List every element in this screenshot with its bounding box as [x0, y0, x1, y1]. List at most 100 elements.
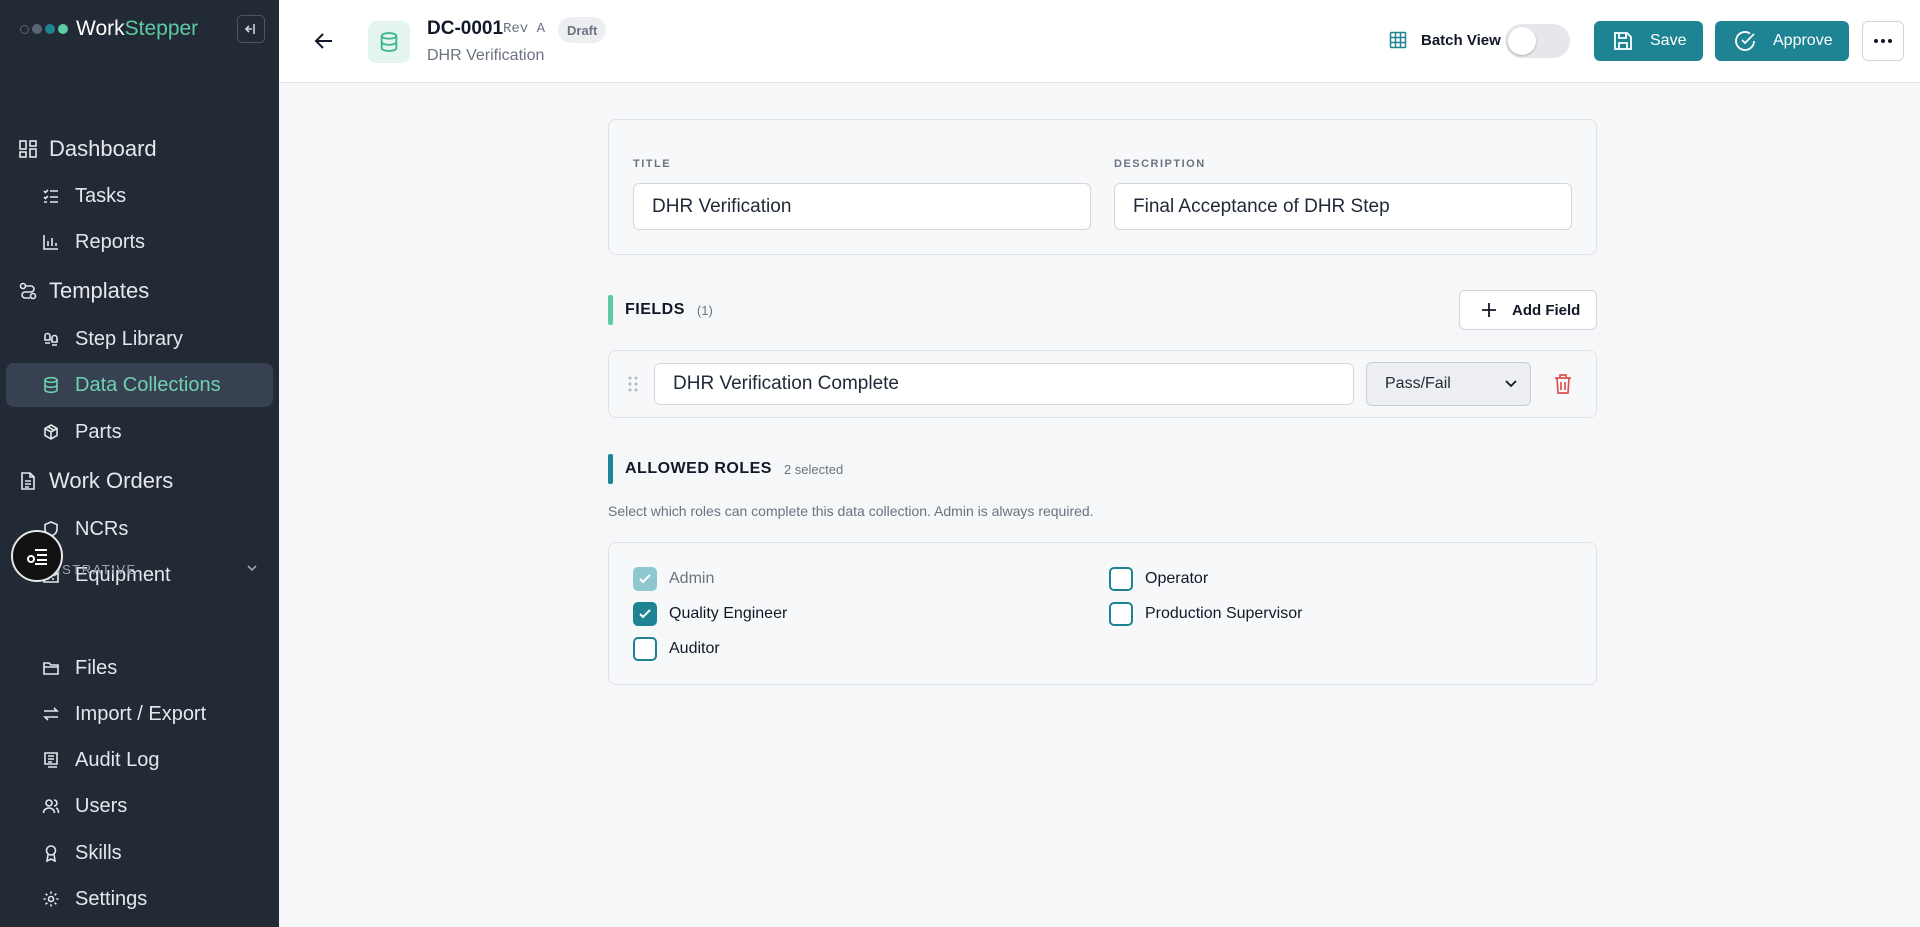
back-arrow-icon[interactable]: [313, 30, 335, 52]
role-production-supervisor[interactable]: Production Supervisor: [1109, 602, 1302, 626]
sidebar-item-label: Templates: [49, 278, 150, 303]
section-accent-bar: [608, 454, 613, 484]
role-quality-engineer[interactable]: Quality Engineer: [633, 602, 787, 626]
collapse-icon: [244, 24, 255, 34]
templates-icon: [18, 281, 38, 301]
save-icon: [1614, 32, 1632, 50]
sidebar-item-label: NCRs: [75, 517, 129, 540]
section-label: ISTRATIVE: [57, 561, 137, 577]
checkbox-checked-icon: [633, 567, 657, 591]
sidebar-item-reports[interactable]: Reports: [6, 220, 273, 264]
folder-icon: [41, 658, 61, 678]
trash-icon[interactable]: [1553, 373, 1573, 395]
brand-logo[interactable]: WorkStepper: [0, 0, 279, 58]
log-icon: [41, 750, 61, 770]
sidebar-item-label: Step Library: [75, 327, 183, 350]
sidebar-item-tasks[interactable]: Tasks: [6, 174, 273, 218]
batch-view-toggle[interactable]: [1505, 24, 1570, 58]
grid-icon: [1389, 31, 1407, 49]
sidebar-item-users[interactable]: Users: [6, 784, 273, 828]
drag-handle-icon[interactable]: [627, 375, 639, 393]
title-input[interactable]: DHR Verification: [633, 183, 1091, 230]
fields-count: (1): [696, 302, 713, 318]
fields-section-title: FIELDS (1): [608, 295, 713, 325]
fields-heading: FIELDS: [625, 301, 685, 318]
role-label: Admin: [669, 570, 715, 587]
roles-card: Admin Operator Quality Engineer Producti…: [608, 542, 1597, 685]
sidebar-item-skills[interactable]: Skills: [6, 831, 273, 875]
roles-helper-text: Select which roles can complete this dat…: [608, 503, 1094, 519]
chevron-down-icon: [247, 565, 257, 572]
floating-menu-button[interactable]: [11, 530, 63, 582]
bar-chart-icon: [41, 232, 61, 252]
approve-button[interactable]: Approve: [1715, 21, 1849, 61]
document-icon: [18, 471, 38, 491]
add-field-button[interactable]: Add Field: [1459, 290, 1597, 330]
sidebar-item-audit-log[interactable]: Audit Log: [6, 738, 273, 782]
role-auditor[interactable]: Auditor: [633, 637, 720, 661]
role-admin: Admin: [633, 567, 714, 591]
sidebar-item-label: Reports: [75, 230, 146, 253]
dashboard-icon: [18, 139, 38, 159]
status-badge: Draft: [558, 17, 607, 43]
more-options-button[interactable]: [1862, 21, 1904, 61]
sidebar-item-label: Work Orders: [49, 468, 174, 493]
sidebar-item-label: Import / Export: [75, 702, 207, 725]
sidebar-item-label: Dashboard: [49, 136, 157, 161]
checkbox-checked-icon[interactable]: [633, 602, 657, 626]
more-horizontal-icon: [1874, 39, 1892, 43]
sidebar-item-work-orders[interactable]: Work Orders: [6, 461, 273, 501]
chevron-down-icon: [1505, 380, 1517, 388]
sidebar-item-label: Users: [75, 794, 128, 817]
sidebar-item-import-export[interactable]: Import / Export: [6, 692, 273, 736]
batch-view-label: Batch View: [1389, 31, 1501, 49]
sidebar-item-label: Data Collections: [75, 373, 221, 396]
roles-section-title: ALLOWED ROLES 2 selected: [608, 454, 843, 484]
header-bar: DC-0001 Rev A Draft DHR Verification Bat…: [279, 0, 1920, 83]
role-operator[interactable]: Operator: [1109, 567, 1208, 591]
revision-label: Rev A: [503, 21, 546, 37]
save-label: Save: [1650, 32, 1687, 49]
sidebar-item-label: Parts: [75, 420, 122, 443]
sidebar-item-settings[interactable]: Settings: [6, 877, 273, 921]
role-label: Auditor: [669, 640, 720, 657]
sidebar-item-data-collections[interactable]: Data Collections: [6, 363, 273, 407]
field-name-input[interactable]: DHR Verification Complete: [654, 363, 1354, 405]
batch-view-text: Batch View: [1421, 31, 1501, 49]
document-subtitle: DHR Verification: [427, 47, 545, 64]
award-icon: [41, 843, 61, 863]
gear-icon: [41, 889, 61, 909]
role-label: Operator: [1145, 570, 1209, 587]
arrows-swap-icon: [41, 704, 61, 724]
plus-icon: [1482, 303, 1496, 317]
sidebar-item-files[interactable]: Files: [6, 646, 273, 690]
sidebar-item-dashboard[interactable]: Dashboard: [6, 129, 273, 169]
checkbox-unchecked-icon[interactable]: [1109, 602, 1133, 626]
save-button[interactable]: Save: [1594, 21, 1703, 61]
field-type-select[interactable]: Pass/Fail: [1366, 362, 1531, 406]
sidebar-item-label: Files: [75, 656, 118, 679]
description-input[interactable]: Final Acceptance of DHR Step: [1114, 183, 1572, 230]
sidebar-item-templates[interactable]: Templates: [6, 271, 273, 311]
package-icon: [41, 422, 61, 442]
sidebar-item-parts[interactable]: Parts: [6, 410, 273, 454]
database-icon: [368, 21, 410, 63]
checkbox-unchecked-icon[interactable]: [1109, 567, 1133, 591]
description-label: DESCRIPTION: [1114, 158, 1206, 170]
tasks-icon: [41, 186, 61, 206]
sidebar-item-step-library[interactable]: Step Library: [6, 317, 273, 361]
title-label: TITLE: [633, 158, 672, 170]
approve-label: Approve: [1773, 32, 1833, 49]
sidebar-item-label: Audit Log: [75, 748, 160, 771]
sidebar-item-label: Settings: [75, 887, 148, 910]
database-icon: [41, 375, 61, 395]
sidebar: WorkStepper Dashboard Tasks Reports Temp…: [0, 0, 279, 927]
roles-heading: ALLOWED ROLES: [625, 460, 772, 477]
menu-toggle-icon: [27, 549, 47, 565]
brand-name: WorkStepper: [76, 17, 199, 40]
checkbox-unchecked-icon[interactable]: [633, 637, 657, 661]
check-circle-icon: [1735, 31, 1755, 51]
details-card: TITLE DHR Verification DESCRIPTION Final…: [608, 119, 1597, 255]
logo-mark-icon: [20, 24, 68, 34]
collapse-sidebar-button[interactable]: [237, 15, 265, 43]
